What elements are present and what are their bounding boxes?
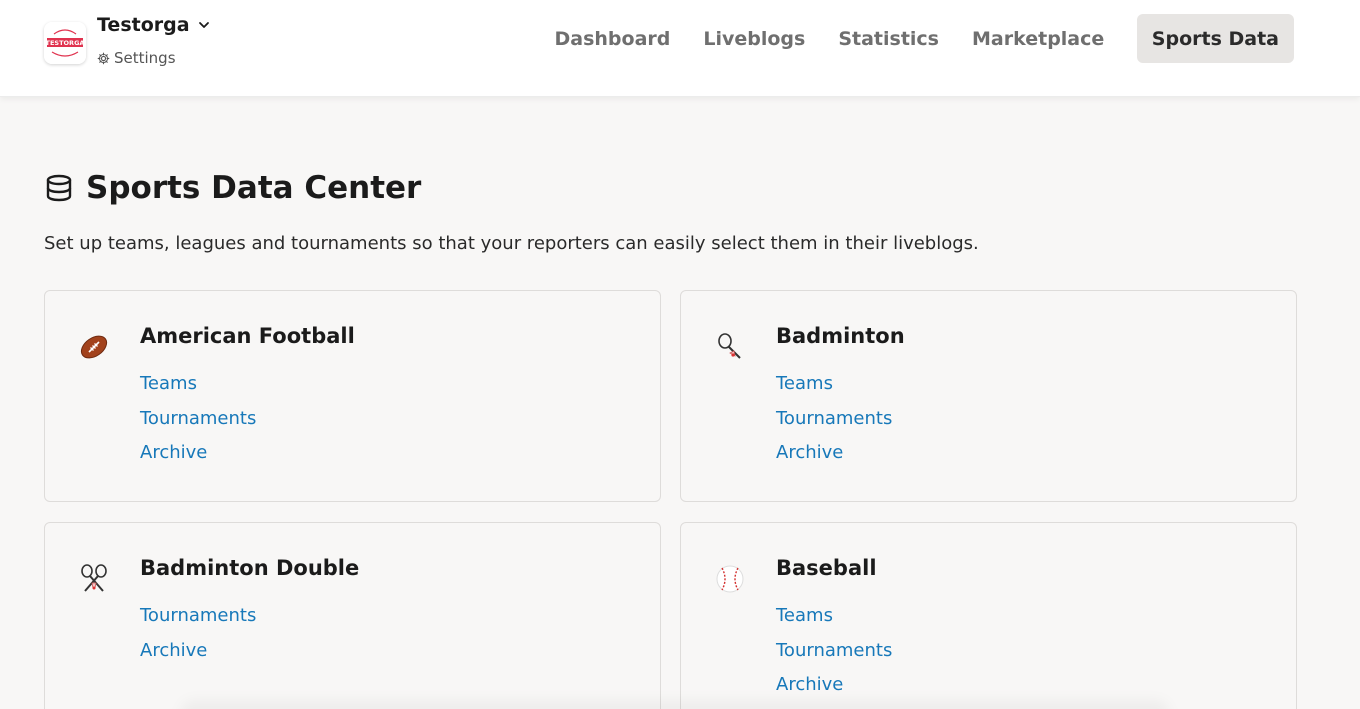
org-switcher[interactable]: Testorga bbox=[97, 14, 210, 36]
badminton-icon bbox=[713, 330, 747, 364]
sport-links: Teams Tournaments Archive bbox=[140, 367, 256, 471]
teams-link[interactable]: Teams bbox=[140, 367, 256, 402]
org-logo-text: TESTORGA bbox=[46, 39, 85, 47]
sport-name: Badminton bbox=[776, 324, 905, 348]
tournaments-link[interactable]: Tournaments bbox=[776, 634, 892, 669]
nav-statistics[interactable]: Statistics bbox=[822, 14, 956, 63]
org-name: Testorga bbox=[97, 14, 190, 36]
sport-name: Baseball bbox=[776, 556, 877, 580]
nav-marketplace[interactable]: Marketplace bbox=[956, 14, 1121, 63]
page-title: Sports Data Center bbox=[44, 170, 421, 206]
gear-icon bbox=[97, 52, 110, 64]
bottom-shadow bbox=[180, 700, 1170, 709]
archive-link[interactable]: Archive bbox=[140, 436, 256, 471]
teams-link[interactable]: Teams bbox=[776, 367, 892, 402]
nav-sports-data[interactable]: Sports Data bbox=[1136, 14, 1294, 63]
nav-liveblogs[interactable]: Liveblogs bbox=[687, 14, 822, 63]
tournaments-link[interactable]: Tournaments bbox=[140, 402, 256, 437]
badminton-double-icon bbox=[77, 562, 111, 596]
chevron-down-icon bbox=[198, 22, 209, 28]
sport-card-badminton: Badminton Teams Tournaments Archive bbox=[680, 290, 1297, 502]
sport-card-badminton-double: Badminton Double Tournaments Archive bbox=[44, 522, 661, 709]
baseball-icon bbox=[713, 562, 747, 596]
page-title-text: Sports Data Center bbox=[86, 170, 422, 206]
nav-dashboard[interactable]: Dashboard bbox=[538, 14, 687, 63]
american-football-icon bbox=[77, 330, 111, 364]
top-bar: TESTORGA Testorga Settings Dashboard Liv… bbox=[0, 0, 1360, 97]
sport-links: Tournaments Archive bbox=[140, 599, 256, 668]
main-nav: Dashboard Liveblogs Statistics Marketpla… bbox=[538, 14, 1294, 63]
settings-label: Settings bbox=[114, 49, 176, 67]
tournaments-link[interactable]: Tournaments bbox=[776, 402, 892, 437]
archive-link[interactable]: Archive bbox=[776, 436, 892, 471]
archive-link[interactable]: Archive bbox=[140, 634, 256, 669]
sport-card-baseball: Baseball Teams Tournaments Archive bbox=[680, 522, 1297, 709]
sport-card-american-football: American Football Teams Tournaments Arch… bbox=[44, 290, 661, 502]
org-logo[interactable]: TESTORGA bbox=[44, 22, 86, 64]
page-description: Set up teams, leagues and tournaments so… bbox=[44, 233, 979, 254]
sport-name: American Football bbox=[140, 324, 355, 348]
teams-link[interactable]: Teams bbox=[776, 599, 892, 634]
sport-links: Teams Tournaments Archive bbox=[776, 599, 892, 703]
settings-link[interactable]: Settings bbox=[97, 49, 176, 67]
sport-name: Badminton Double bbox=[140, 556, 360, 580]
tournaments-link[interactable]: Tournaments bbox=[140, 599, 256, 634]
archive-link[interactable]: Archive bbox=[776, 668, 892, 703]
sport-links: Teams Tournaments Archive bbox=[776, 367, 892, 471]
database-icon bbox=[46, 174, 72, 202]
